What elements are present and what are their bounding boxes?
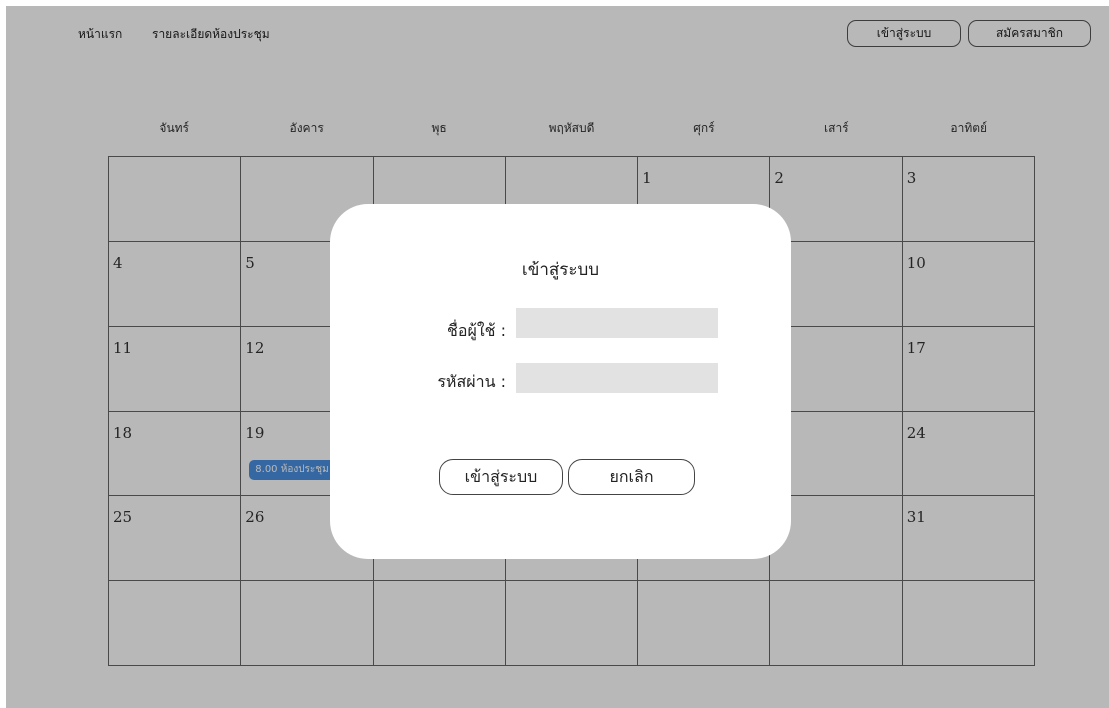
page: หน้าแรก รายละเอียดห้องประชุม เข้าสู่ระบบ… (6, 6, 1109, 708)
password-label: รหัสผ่าน : (437, 372, 506, 391)
password-input[interactable] (516, 363, 718, 393)
cancel-button[interactable]: ยกเลิก (568, 459, 695, 495)
username-label: ชื่อผู้ใช้ : (447, 321, 506, 340)
username-input[interactable] (516, 308, 718, 338)
login-dialog: เข้าสู่ระบบ ชื่อผู้ใช้ : รหัสผ่าน : เข้า… (330, 204, 791, 559)
login-button[interactable]: เข้าสู่ระบบ (439, 459, 563, 495)
dialog-title: เข้าสู่ระบบ (521, 260, 600, 280)
